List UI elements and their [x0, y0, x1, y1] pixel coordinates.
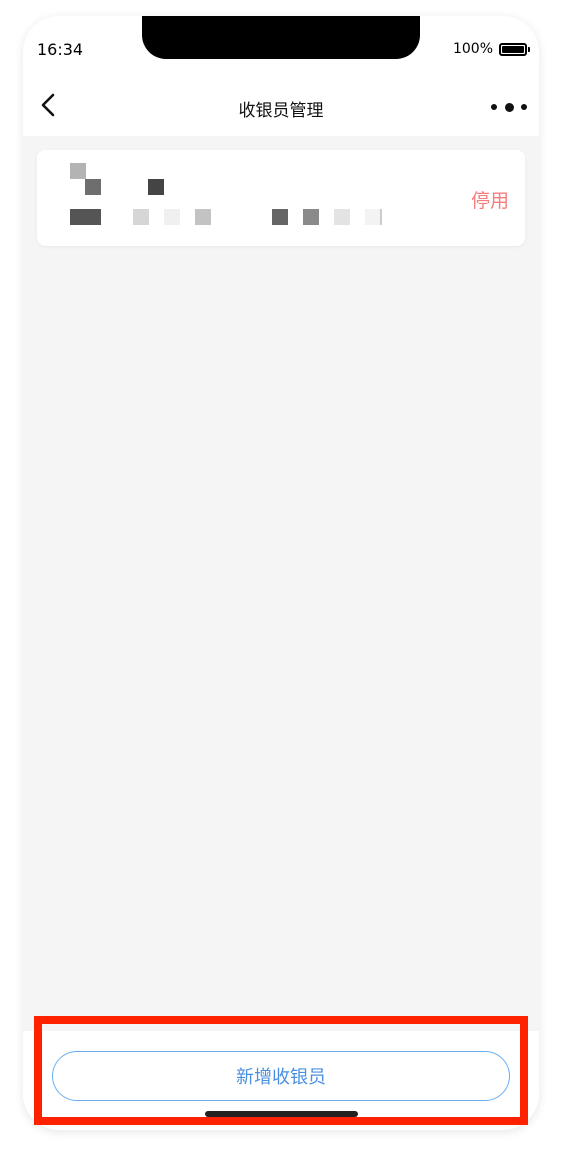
footer-bar: 新增收银员 [23, 1031, 539, 1130]
add-cashier-button[interactable]: 新增收银员 [52, 1051, 510, 1101]
home-indicator[interactable] [205, 1111, 358, 1117]
navigation-bar: 收银员管理 [23, 76, 539, 136]
more-dots-icon [521, 104, 527, 110]
phone-frame: 16:34 100% 收银员管理 停用 新增收银员 [23, 16, 539, 1130]
battery-indicator: 100% [452, 41, 530, 57]
redacted-cashier-name [37, 150, 337, 195]
cashier-card[interactable]: 停用 [37, 150, 525, 246]
disable-cashier-button[interactable]: 停用 [471, 186, 509, 213]
more-dots-icon [491, 104, 497, 110]
page-title: 收银员管理 [238, 101, 324, 121]
battery-icon [499, 42, 530, 56]
status-time: 16:34 [37, 40, 84, 59]
screen-canvas: 16:34 100% 收银员管理 停用 新增收银员 [0, 0, 561, 1153]
more-dots-icon [504, 102, 514, 112]
device-notch [142, 16, 420, 59]
battery-percent: 100% [452, 41, 493, 57]
redacted-cashier-account [37, 206, 397, 226]
more-button[interactable] [491, 97, 527, 117]
